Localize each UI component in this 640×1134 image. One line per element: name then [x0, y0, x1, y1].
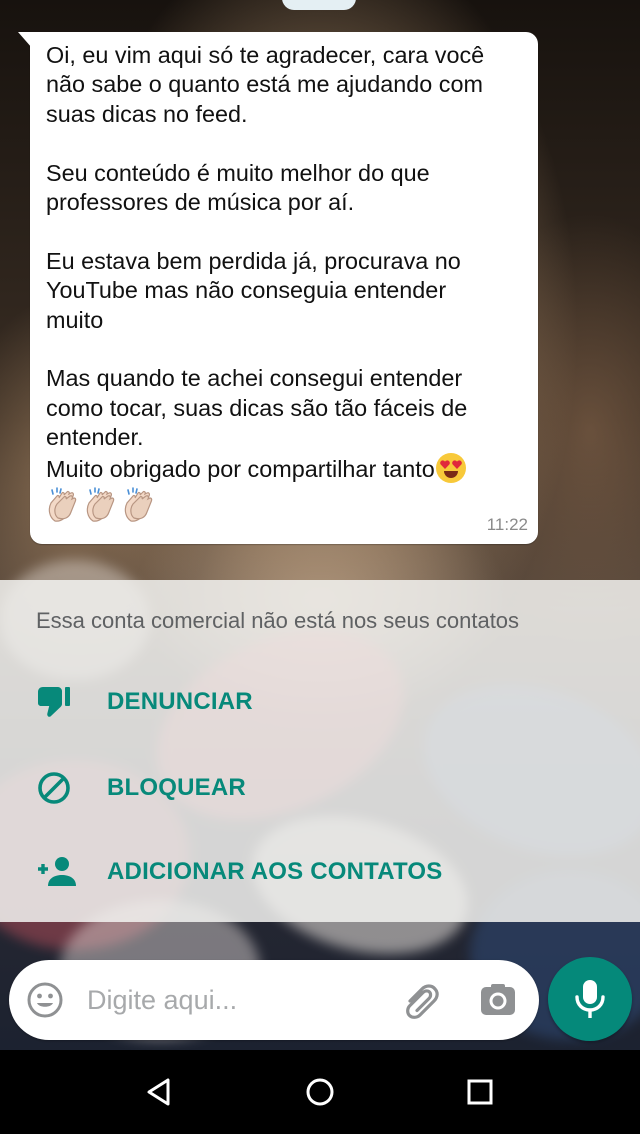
emoji-icon[interactable]: [26, 981, 64, 1019]
notice-text: Essa conta comercial não está nos seus c…: [36, 608, 520, 633]
incoming-message-bubble[interactable]: Oi, eu vim aqui só te agradecer, cara vo…: [18, 32, 538, 544]
report-label: DENUNCIAR: [107, 688, 253, 715]
message-body: Oi, eu vim aqui só te agradecer, cara vo…: [46, 41, 526, 484]
clapping-hands-icon: [86, 487, 115, 522]
voice-message-button[interactable]: [548, 957, 632, 1041]
paperclip-icon[interactable]: [401, 980, 441, 1020]
message-time: 11:22: [486, 515, 528, 534]
block-icon: [36, 771, 76, 805]
recents-icon[interactable]: [462, 1074, 498, 1110]
back-icon[interactable]: [142, 1074, 178, 1110]
add-contact-icon: [36, 855, 76, 889]
add-to-contacts-label: ADICIONAR AOS CONTATOS: [107, 858, 443, 885]
emoji-row: [46, 487, 522, 527]
thumbs-down-icon: [36, 685, 76, 719]
clapping-hands-icon: [48, 487, 77, 522]
clapping-hands-icon: [124, 487, 153, 522]
report-button[interactable]: DENUNCIAR: [0, 672, 640, 732]
heart-eyes-emoji-icon: [435, 452, 466, 483]
system-navigation-bar: [0, 1050, 640, 1134]
home-icon[interactable]: [302, 1074, 338, 1110]
block-button[interactable]: BLOQUEAR: [0, 758, 640, 818]
message-input[interactable]: [87, 980, 387, 1020]
message-composer: [9, 960, 539, 1040]
add-to-contacts-button[interactable]: ADICIONAR AOS CONTATOS: [0, 842, 640, 902]
date-chip: [282, 0, 356, 10]
camera-icon[interactable]: [479, 981, 517, 1019]
mic-icon: [575, 980, 605, 1018]
message-text: Oi, eu vim aqui só te agradecer, cara vo…: [46, 42, 485, 482]
block-label: BLOQUEAR: [107, 774, 246, 801]
